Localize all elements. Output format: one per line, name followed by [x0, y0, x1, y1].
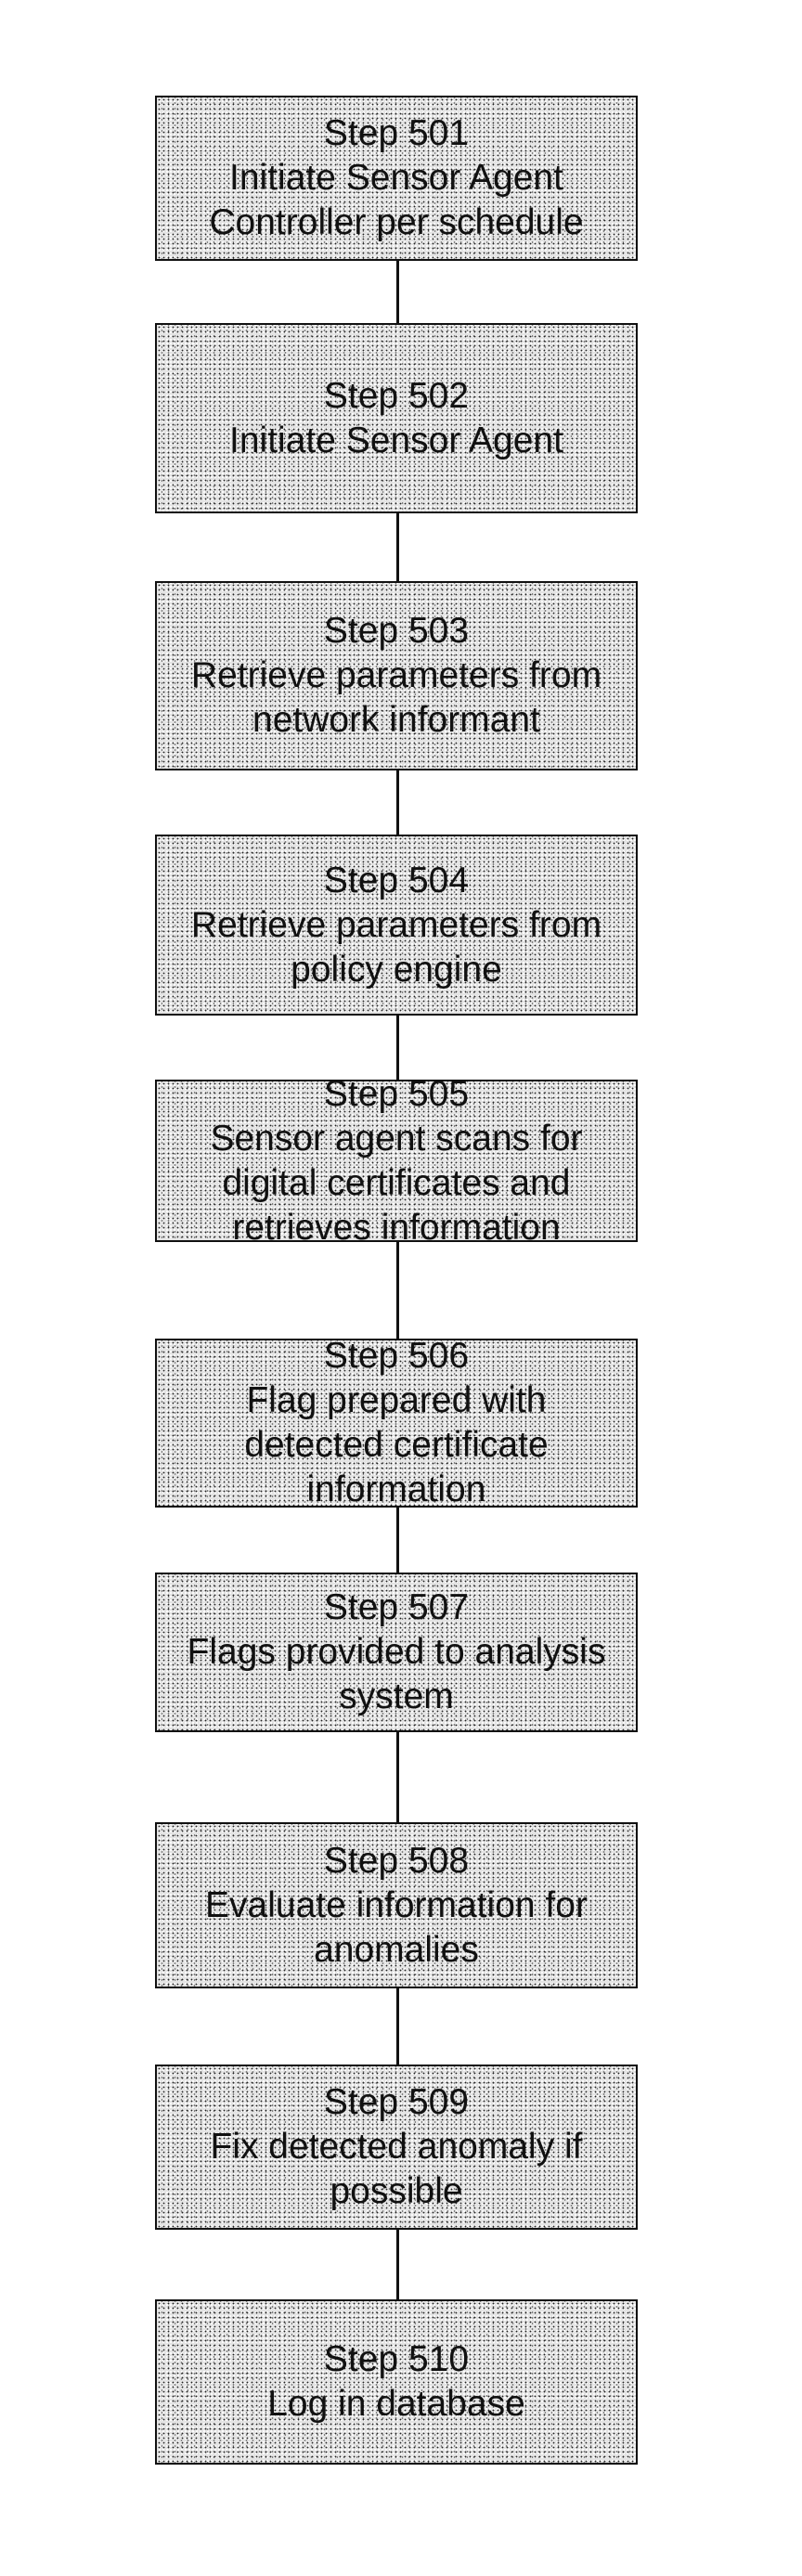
- step-text: Step 507 Flags provided to analysis syst…: [176, 1586, 617, 1719]
- step-description-line: Sensor agent scans for: [210, 1118, 583, 1159]
- step-label: Step 501: [323, 113, 470, 153]
- connector-506-507: [396, 1507, 399, 1573]
- step-box-506: Step 506 Flag prepared with detected cer…: [155, 1336, 638, 1509]
- step-label: Step 505: [323, 1073, 470, 1114]
- step-text: Step 509 Fix detected anomaly if possibl…: [199, 2080, 593, 2214]
- step-description-line: Controller per schedule: [209, 202, 584, 242]
- step-text: Step 501 Initiate Sensor Agent Controlle…: [198, 111, 594, 245]
- step-label: Step 508: [323, 1840, 470, 1881]
- connector-509-510: [396, 2229, 399, 2299]
- step-label: Step 502: [323, 375, 470, 416]
- step-description-line: system: [339, 1676, 454, 1716]
- step-label: Step 504: [323, 860, 470, 900]
- step-description-line: possible: [330, 2171, 463, 2211]
- step-description-line: Fix detected anomaly if: [210, 2127, 583, 2167]
- step-label: Step 510: [323, 2339, 470, 2379]
- step-description-line: Initiate Sensor Agent: [229, 420, 563, 460]
- step-description-line: Flags provided to analysis: [187, 1632, 606, 1672]
- step-description-line: Retrieve parameters from: [190, 655, 602, 695]
- step-label: Step 503: [323, 611, 470, 651]
- step-text: Step 510 Log in database: [256, 2337, 537, 2427]
- step-label: Step 507: [323, 1587, 470, 1627]
- connector-505-506: [396, 1241, 399, 1339]
- step-description-line: policy engine: [291, 949, 502, 990]
- step-text: Step 503 Retrieve parameters from networ…: [180, 609, 613, 743]
- connector-503-504: [396, 770, 399, 835]
- connector-501-502: [396, 260, 399, 323]
- connector-508-509: [396, 1987, 399, 2065]
- step-text: Step 505 Sensor agent scans for digital …: [199, 1072, 593, 1250]
- step-description-line: anomalies: [314, 1929, 479, 1970]
- step-box-503: Step 503 Retrieve parameters from networ…: [155, 581, 638, 770]
- step-description-line: detected certificate: [244, 1425, 549, 1465]
- step-box-501: Step 501 Initiate Sensor Agent Controlle…: [155, 96, 638, 261]
- step-text: Step 504 Retrieve parameters from policy…: [180, 859, 613, 992]
- step-box-504: Step 504 Retrieve parameters from policy…: [155, 835, 638, 1016]
- step-description-line: Flag prepared with: [246, 1380, 547, 1420]
- step-description-line: Initiate Sensor Agent: [229, 158, 563, 198]
- step-text: Step 508 Evaluate information for anomal…: [194, 1839, 599, 1973]
- step-description-line: Evaluate information for: [205, 1884, 588, 1925]
- step-box-509: Step 509 Fix detected anomaly if possibl…: [155, 2065, 638, 2230]
- step-description-line: digital certificates and: [222, 1162, 571, 1203]
- connector-504-505: [396, 1015, 399, 1080]
- connector-502-503: [396, 512, 399, 581]
- step-description-line: information: [306, 1469, 486, 1509]
- step-box-507: Step 507 Flags provided to analysis syst…: [155, 1573, 638, 1732]
- step-box-510: Step 510 Log in database: [155, 2299, 638, 2465]
- step-box-508: Step 508 Evaluate information for anomal…: [155, 1822, 638, 1988]
- step-description-line: retrieves information: [232, 1207, 561, 1248]
- step-box-505: Step 505 Sensor agent scans for digital …: [155, 1074, 638, 1248]
- step-label: Step 509: [323, 2082, 470, 2122]
- step-text: Step 502 Initiate Sensor Agent: [218, 374, 575, 463]
- step-text: Step 506 Flag prepared with detected cer…: [233, 1334, 559, 1512]
- step-label: Step 506: [323, 1336, 470, 1376]
- connector-507-508: [396, 1731, 399, 1822]
- step-description-line: network informant: [252, 700, 540, 740]
- step-description-line: Log in database: [267, 2384, 525, 2424]
- step-box-502: Step 502 Initiate Sensor Agent: [155, 323, 638, 513]
- step-description-line: Retrieve parameters from: [190, 904, 602, 945]
